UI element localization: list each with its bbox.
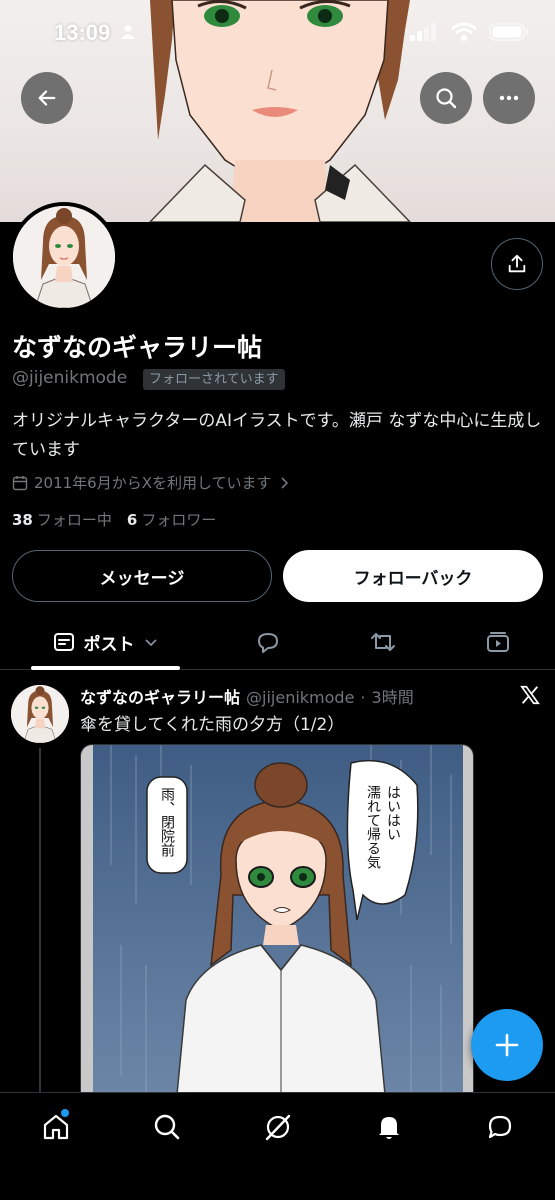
battery-icon <box>489 23 528 41</box>
bubble-right-text-1: はいはい <box>385 785 401 841</box>
wifi-icon <box>451 22 477 41</box>
grok-icon <box>265 1114 291 1141</box>
status-time: 13:09 <box>54 20 111 45</box>
chevron-right-icon <box>280 476 288 489</box>
post-avatar-illustration <box>11 685 69 743</box>
post-author-avatar[interactable] <box>11 685 69 743</box>
post-header: なずなのギャラリー帖 @jijenikmode · 3時間 <box>80 684 414 708</box>
posts-icon <box>53 633 74 651</box>
joined-text: 2011年6月からXを利用しています <box>34 474 272 492</box>
followers-count: 6 <box>126 511 138 529</box>
nav-home[interactable] <box>36 1107 76 1147</box>
share-button[interactable] <box>491 238 543 290</box>
following-count: 38 <box>12 511 33 529</box>
search-button[interactable] <box>420 72 472 124</box>
search-icon <box>436 88 457 109</box>
avatar-illustration <box>13 206 115 308</box>
nav-messages[interactable] <box>480 1107 520 1147</box>
search-icon <box>154 1114 180 1140</box>
back-button[interactable] <box>21 72 73 124</box>
share-icon <box>508 254 526 273</box>
status-bar: 13:09 <box>0 0 555 66</box>
tab-posts-label: ポスト <box>83 634 135 655</box>
arrow-left-icon <box>38 90 56 106</box>
post-author-name[interactable]: なずなのギャラリー帖 <box>80 684 240 708</box>
post-time[interactable]: 3時間 <box>372 684 414 708</box>
signal-icon <box>410 23 436 41</box>
media-icon <box>487 632 509 652</box>
tab-reposts[interactable] <box>358 614 408 670</box>
follows-you-badge: フォローされています <box>143 369 285 390</box>
nav-notifications[interactable] <box>369 1107 409 1147</box>
tab-replies[interactable] <box>243 614 293 670</box>
chevron-down-icon <box>144 639 157 647</box>
nav-search[interactable] <box>147 1107 187 1147</box>
chat-icon <box>488 1115 512 1139</box>
joined-date[interactable]: 2011年6月からXを利用しています <box>12 472 290 493</box>
plus-icon <box>495 1033 519 1057</box>
repost-icon <box>371 633 395 651</box>
display-name: なずなのギャラリー帖 <box>12 333 263 362</box>
calendar-icon <box>12 475 28 490</box>
profile-handle: @jijenikmode <box>12 368 128 388</box>
profile-bio: オリジナルキャラクターのAIイラストです。瀬戸 なずな中心に生成しています <box>12 411 542 460</box>
nav-grok[interactable] <box>258 1107 298 1147</box>
message-button[interactable]: メッセージ <box>12 550 272 602</box>
active-tab-indicator <box>31 666 180 670</box>
post-separator: · <box>360 688 366 707</box>
tab-posts[interactable]: ポスト <box>30 614 180 670</box>
following-label: フォロー中 <box>36 511 112 529</box>
followers-label: フォロワー <box>141 511 217 529</box>
follow-stats: 38 フォロー中 6 フォロワー <box>12 509 216 530</box>
tab-media[interactable] <box>473 614 523 670</box>
bubble-left-text: 雨、閉院前 <box>159 787 175 858</box>
manga-illustration: 雨、閉院前 はいはい 濡れて帰る気 <box>81 745 473 1103</box>
following-stat[interactable]: 38 フォロー中 <box>12 509 112 530</box>
profile-tabs: ポスト <box>0 614 555 670</box>
notification-dot <box>61 1109 69 1117</box>
bottom-navigation <box>0 1092 555 1200</box>
profile-avatar[interactable] <box>9 202 119 312</box>
post-image[interactable]: 雨、閉院前 はいはい 濡れて帰る気 <box>80 744 474 1104</box>
more-button[interactable] <box>483 72 535 124</box>
x-logo-icon <box>520 685 540 705</box>
post-text: 傘を貸してくれた雨の夕方（1/2） <box>80 715 345 735</box>
person-icon <box>121 25 135 39</box>
followers-stat[interactable]: 6 フォロワー <box>127 509 216 530</box>
bell-icon <box>379 1117 399 1139</box>
more-horizontal-icon <box>499 95 519 101</box>
thread-line <box>39 748 41 1093</box>
bubble-right-text-2: 濡れて帰る気 <box>365 785 381 870</box>
post-author-handle[interactable]: @jijenikmode <box>246 688 354 707</box>
compose-button[interactable] <box>471 1009 543 1081</box>
status-indicators <box>409 22 529 42</box>
reply-icon <box>258 633 278 653</box>
follow-back-button[interactable]: フォローバック <box>283 550 543 602</box>
